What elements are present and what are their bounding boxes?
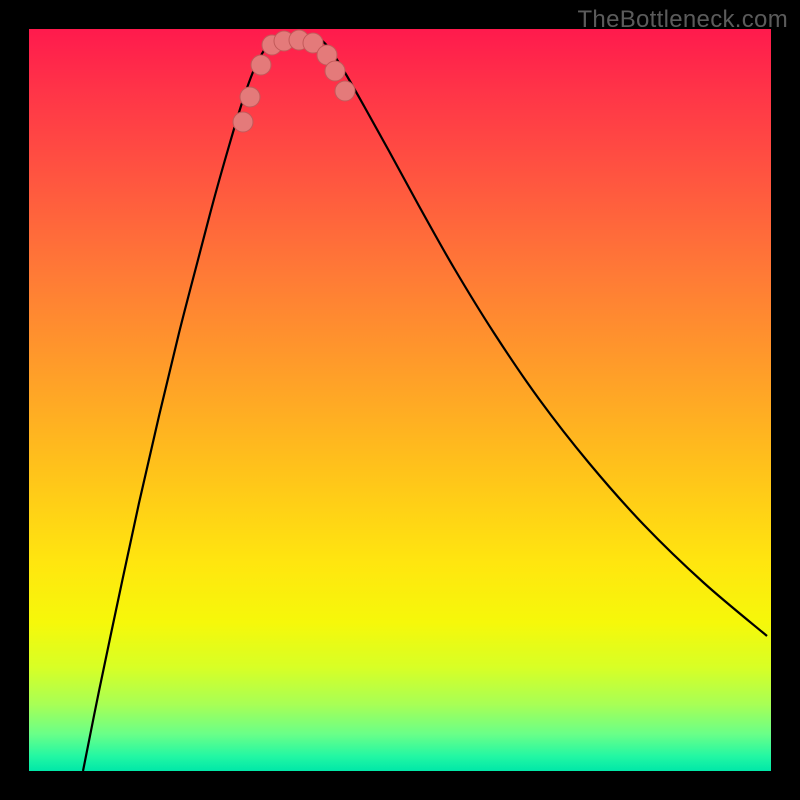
data-marker <box>251 55 271 75</box>
marker-layer <box>233 30 355 132</box>
bottleneck-curve <box>319 38 767 636</box>
curve-layer <box>83 38 767 771</box>
chart-frame <box>29 29 771 771</box>
data-marker <box>233 112 253 132</box>
data-marker <box>335 81 355 101</box>
data-marker <box>240 87 260 107</box>
bottleneck-curve <box>83 38 273 771</box>
chart-svg <box>29 29 771 771</box>
data-marker <box>325 61 345 81</box>
